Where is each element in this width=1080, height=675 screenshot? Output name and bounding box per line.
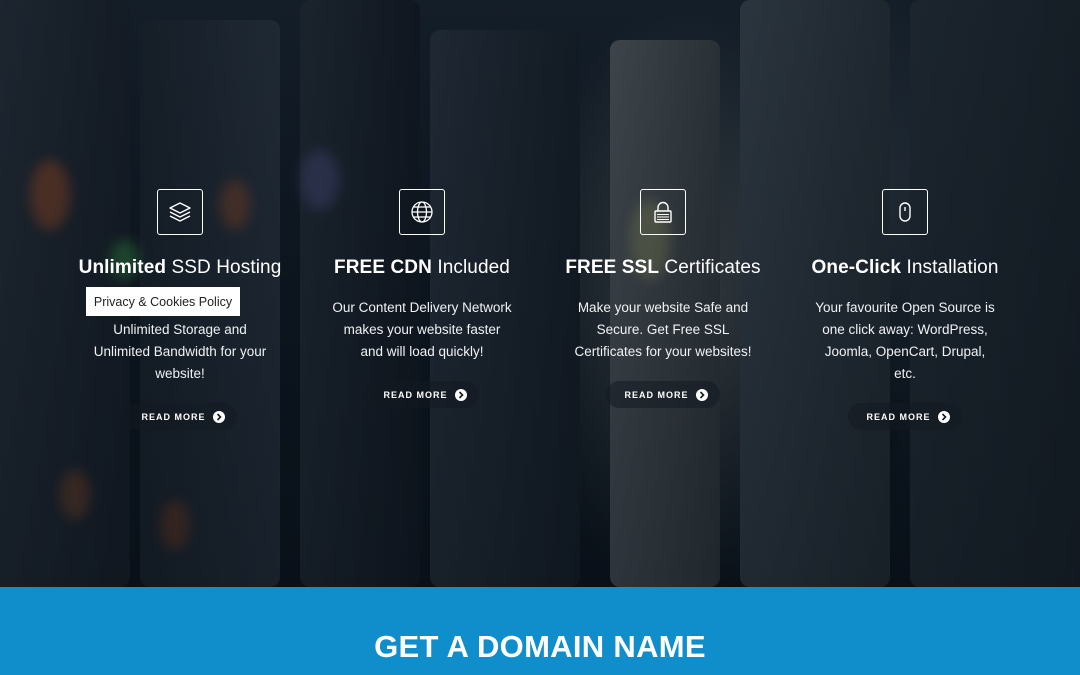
feature-title-strong: One-Click: [811, 257, 902, 278]
read-more-button[interactable]: READ MORE: [123, 403, 237, 430]
layers-icon: [157, 189, 203, 235]
feature-description: Our Content Delivery Network makes your …: [332, 300, 512, 359]
privacy-cookies-link[interactable]: Privacy & Cookies Policy: [86, 287, 240, 316]
lock-icon: [640, 189, 686, 235]
feature-title-strong: FREE SSL: [565, 257, 660, 278]
feature-one-click: One-Click Installation Your favourite Op…: [785, 189, 1025, 430]
feature-title: One-Click Installation: [785, 257, 1025, 279]
feature-title: FREE CDN Included: [302, 257, 542, 279]
feature-title-strong: Unlimited: [78, 257, 167, 278]
feature-description: Make your website Safe and Secure. Get F…: [574, 300, 752, 359]
read-more-button[interactable]: READ MORE: [606, 381, 720, 408]
domain-section-title: GET A DOMAIN NAME: [374, 629, 706, 664]
feature-free-cdn: FREE CDN Included Our Content Delivery N…: [302, 189, 542, 408]
feature-description: Unlimited Storage and Unlimited Bandwidt…: [93, 322, 267, 381]
feature-title-rest: SSD Hosting: [166, 257, 282, 278]
arrow-right-icon: [454, 388, 467, 401]
read-more-button[interactable]: READ MORE: [848, 403, 962, 430]
arrow-right-icon: [937, 410, 950, 423]
arrow-right-icon: [212, 410, 225, 423]
read-more-label: READ MORE: [383, 389, 448, 400]
globe-icon: [399, 189, 445, 235]
feature-title-rest: Installation: [901, 257, 999, 278]
feature-title: FREE SSL Certificates: [543, 257, 783, 279]
feature-title-strong: FREE CDN: [334, 257, 432, 278]
feature-description: Your favourite Open Source is one click …: [815, 300, 995, 381]
feature-title-rest: Included: [431, 257, 510, 278]
read-more-button[interactable]: READ MORE: [365, 381, 479, 408]
feature-title: Unlimited SSD Hosting: [60, 257, 300, 279]
read-more-label: READ MORE: [866, 411, 931, 422]
read-more-label: READ MORE: [624, 389, 689, 400]
mouse-icon: [882, 189, 928, 235]
feature-title-rest: Certificates: [659, 257, 761, 278]
arrow-right-icon: [695, 388, 708, 401]
read-more-label: READ MORE: [141, 411, 206, 422]
feature-free-ssl: FREE SSL Certificates Make your website …: [543, 189, 783, 408]
